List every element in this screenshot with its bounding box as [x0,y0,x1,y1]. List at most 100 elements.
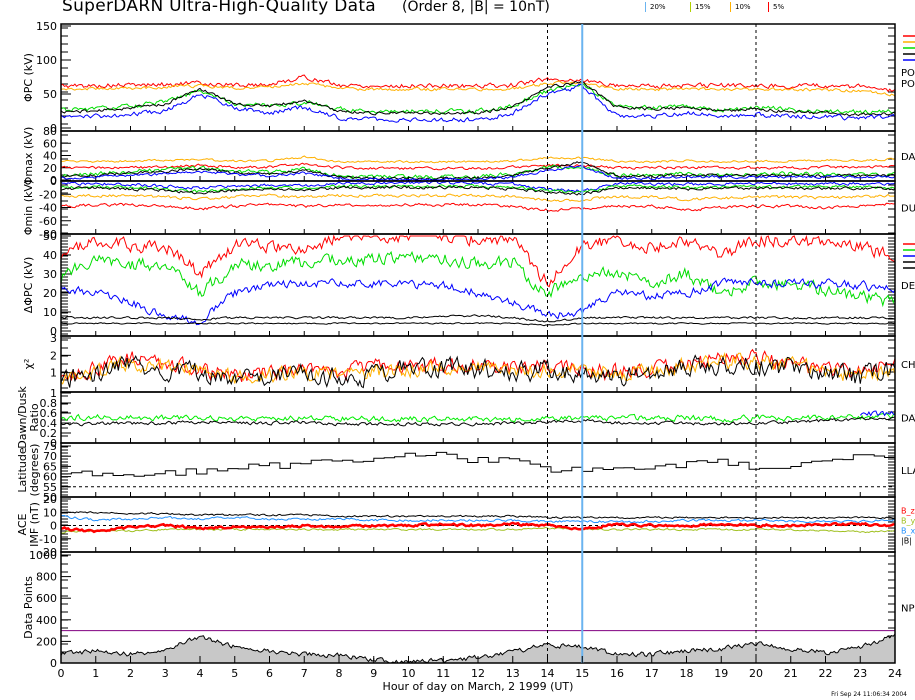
y-tick-label: 75 [43,440,57,453]
y-tick-label: 3 [50,332,57,345]
x-tick-label: 1 [92,667,99,680]
y-tick-label: 0 [50,175,57,188]
series-group [61,181,895,212]
x-tick-label: 16 [610,667,624,680]
x-tick-label: 10 [402,667,416,680]
series-group [61,410,895,427]
panel-phi-max: 020406080 Φmax (kV) DAY [22,125,915,187]
x-tick-label: 3 [162,667,169,680]
y-axis-label: χ² [22,359,35,370]
y-tick-label: 200 [36,635,57,648]
series-group [61,451,895,477]
series-group [61,348,895,389]
panel-frame [60,130,896,182]
y-tick-label: 0 [50,657,57,670]
panel-dawn-dusk-ratio: 00.20.40.60.81Dawn/DuskRatioDAY [16,386,915,450]
y-tick-label: 0 [50,520,57,533]
x-tick-label: 13 [506,667,520,680]
series-group [61,74,895,123]
right-series-label: B_z [901,507,915,516]
x-tick-label: 19 [714,667,728,680]
right-series-label: DU [901,204,915,215]
y-tick-label: -10 [39,533,57,546]
series-line-orange [61,155,895,164]
x-tick-label: 18 [680,667,694,680]
y-tick-label: 40 [43,249,57,262]
y-tick-label: 20 [43,287,57,300]
right-series-label: DE [901,281,915,292]
y-axis-label: ΦPC (kV) [22,53,35,102]
y-tick-label: -20 [39,188,57,201]
y-tick-label: 50 [43,230,57,243]
series-group [61,511,895,534]
right-series-label: DAY [901,152,915,163]
y-tick-label: 2 [50,349,57,362]
y-tick-label: 10 [43,506,57,519]
panel-phi-min: -80-60-40-200Φmin (kV) DU [22,175,915,241]
series-line-green [61,412,895,423]
series-line-orange [61,351,895,385]
right-series-label: LLA [901,466,915,477]
y-tick-label: -60 [39,215,57,228]
x-tick-label: 8 [336,667,343,680]
x-tick-label: 14 [541,667,555,680]
x-tick-label: 9 [370,667,377,680]
y-tick-label: 10 [43,306,57,319]
x-tick-label: 17 [645,667,659,680]
x-tick-label: 21 [784,667,798,680]
y-axis-label: Φmin (kV) [22,180,35,235]
series-line-Bx [61,514,895,524]
x-tick-label: 22 [819,667,833,680]
y-tick-label: 20 [43,162,57,175]
y-tick-label: 150 [36,20,57,33]
right-series-label: NP [901,604,915,615]
y-axis-label: ΔΦPC (kV) [22,257,35,313]
series-line-Bz [61,521,895,534]
y-tick-label: 100 [36,54,57,67]
x-tick-label: 6 [266,667,273,680]
x-tick-label: 7 [301,667,308,680]
panel-chi-squared: 1 2 3 χ² CH [22,332,915,393]
y-axis-label: Φmax (kV) [22,127,35,186]
series-line-black-2 [61,322,895,327]
x-tick-label: 4 [197,667,204,680]
y-tick-label: 30 [43,268,57,281]
y-tick-label: 60 [43,137,57,150]
x-tick-label: 15 [575,667,589,680]
x-tick-label: 5 [231,667,238,680]
right-series-label: CH [901,360,915,371]
series-line-black [61,161,895,181]
panel-phi-pc: 050100150ΦPC (kV) POPO [22,20,915,135]
y-tick-label: -40 [39,202,57,215]
y-tick-label: 20 [43,493,57,506]
series-line-|B| [61,511,895,520]
x-tick-label: 2 [127,667,134,680]
series-line-blue [61,277,895,326]
y-axis-label: Data Points [22,576,35,639]
y-tick-label: 600 [36,592,57,605]
panel-delta-phi-pc: 01020304050ΔΦPC (kV) DE [22,230,915,338]
right-series-label: DAY [901,414,915,425]
y-axis-label: (degrees) [28,444,41,497]
x-tick-label: 0 [58,667,65,680]
panel-data-points: 0 200 400 600 800 1000 Data Points NP [22,549,915,670]
y-tick-label: 50 [43,88,57,101]
y-tick-label: 40 [43,150,57,163]
x-tick-label: 20 [749,667,763,680]
right-series-label: PO [901,79,915,90]
timestamp-footer: Fri Sep 24 11:06:34 2004 [831,691,907,698]
y-tick-label: 80 [43,125,57,138]
series-line-blue [61,181,895,193]
series-line-orange [61,193,895,203]
y-tick-label: 1 [50,387,57,400]
y-tick-label: 1000 [29,549,57,562]
x-tick-label: 11 [436,667,450,680]
series-line-red [61,202,895,212]
series-group [61,234,895,327]
right-series-label: B_x [901,527,915,536]
y-tick-label: 400 [36,614,57,627]
right-series-label: B_y [901,517,915,526]
right-series-label: |B| [901,537,912,546]
y-axis-label: IMF (nT) [28,502,41,547]
y-tick-label: 800 [36,571,57,584]
